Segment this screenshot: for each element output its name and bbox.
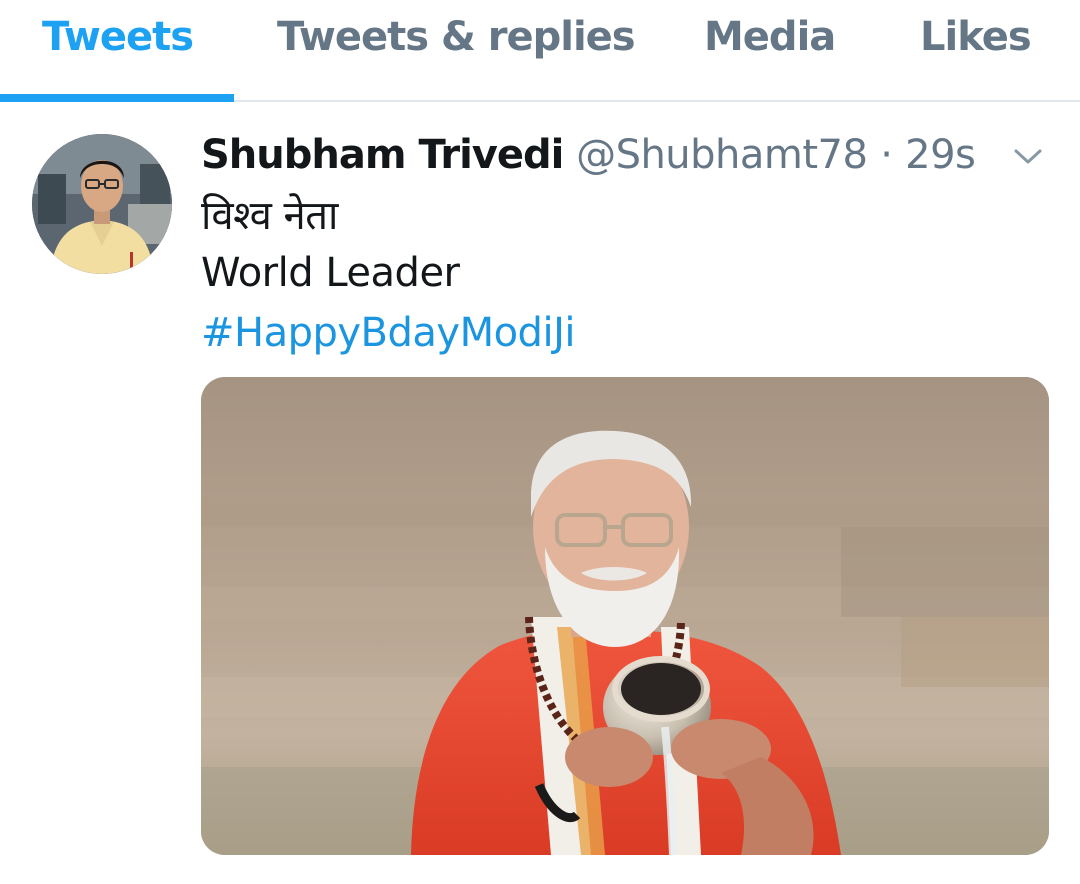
display-name[interactable]: Shubham Trivedi xyxy=(201,132,564,178)
separator-dot: · xyxy=(880,132,893,178)
user-handle[interactable]: @Shubhamt78 xyxy=(576,132,868,178)
tab-media[interactable]: Media xyxy=(704,14,836,60)
avatar[interactable] xyxy=(32,134,172,274)
tab-tweets-and-replies[interactable]: Tweets & replies xyxy=(277,14,636,60)
tab-likes[interactable]: Likes xyxy=(920,14,1032,60)
tab-tweets[interactable]: Tweets xyxy=(42,14,194,60)
chevron-down-icon[interactable] xyxy=(1010,144,1046,168)
hashtag-link[interactable]: #HappyBdayModiJi xyxy=(201,310,575,356)
profile-tab-bar: Tweets Tweets & replies Media Likes xyxy=(0,0,1080,102)
timestamp[interactable]: 29s xyxy=(905,132,976,178)
tweet-media-image[interactable] xyxy=(201,377,1049,855)
user-avatar-photo xyxy=(32,134,172,274)
tweet-header: Shubham Trivedi @Shubhamt78 · 29s xyxy=(201,128,976,182)
photo-man-pouring-water-at-river-ghat xyxy=(201,377,1049,855)
active-tab-indicator xyxy=(0,94,234,102)
tweet-text-hindi: विश्व नेता xyxy=(201,193,338,239)
tweet-text-english: World Leader xyxy=(201,250,460,296)
